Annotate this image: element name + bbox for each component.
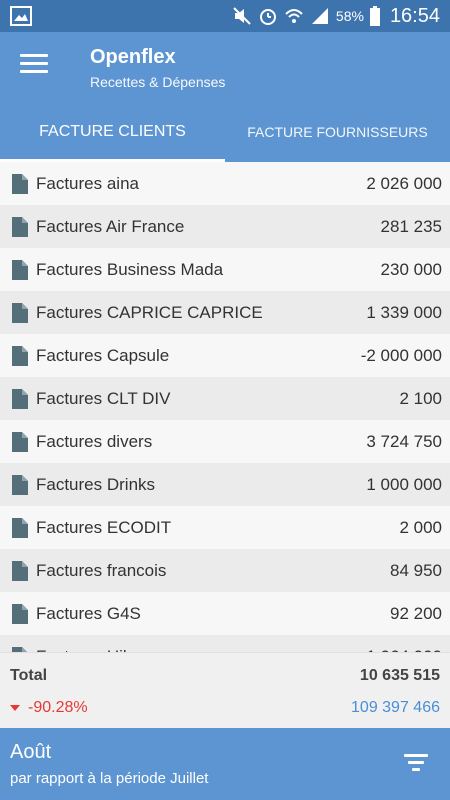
document-icon <box>12 517 28 538</box>
change-indicator: -90.28% <box>10 699 88 717</box>
list-item[interactable]: Factures ECODIT 2 000 <box>0 506 450 549</box>
list-item[interactable]: Factures divers 3 724 750 <box>0 420 450 463</box>
menu-icon[interactable] <box>20 54 48 80</box>
list-item-amount: 230 000 <box>380 259 442 279</box>
list-item[interactable]: Factures Hiba1 064 000 <box>0 635 450 652</box>
app-subtitle: Recettes & Dépenses <box>90 74 226 90</box>
tab-facture-clients[interactable]: FACTURE CLIENTS <box>0 102 225 162</box>
filter-icon[interactable] <box>404 754 428 774</box>
list-item[interactable]: Factures Capsule -2 000 000 <box>0 334 450 377</box>
gallery-icon <box>10 6 32 26</box>
list-item-name: Factures Drinks <box>36 474 156 494</box>
list-item-amount: 3 724 750 <box>366 431 442 451</box>
list-item-name: Factures ECODIT <box>36 517 172 537</box>
document-icon <box>12 302 28 323</box>
mute-icon <box>233 7 251 25</box>
total-value: 10 635 515 <box>359 667 440 684</box>
period-bar: Août par rapport à la période Juillet <box>0 728 450 800</box>
wifi-icon <box>285 9 303 23</box>
list-item[interactable]: Factures francois 84 950 <box>0 549 450 592</box>
document-icon <box>12 216 28 237</box>
period-comparison: par rapport à la période Juillet <box>10 770 209 787</box>
document-icon <box>12 173 28 194</box>
list-item-amount: 92 200 <box>390 603 442 623</box>
alarm-icon <box>259 9 276 25</box>
list-item-amount: 2 100 <box>399 388 442 408</box>
invoice-list[interactable]: Factures aina 2 026 000 Factures Air Franc… <box>0 162 450 652</box>
document-icon <box>12 345 28 366</box>
list-item-name: Factures Business Mada <box>36 259 224 279</box>
document-icon <box>12 259 28 280</box>
list-item-name: Factures francois <box>36 560 167 580</box>
list-item[interactable]: Factures aina 2 026 000 <box>0 162 450 205</box>
battery-icon <box>369 6 380 26</box>
list-item-name: Factures G4S <box>36 603 141 623</box>
tab-bar: FACTURE CLIENTS FACTURE FOURNISSEURS <box>0 102 450 162</box>
list-item-name: Factures CAPRICE CAPRICE <box>36 302 263 322</box>
list-item[interactable]: Factures Air France 281 235 <box>0 205 450 248</box>
list-item[interactable]: Factures Drinks 1 000 000 <box>0 463 450 506</box>
list-item-amount: 2 026 000 <box>366 173 442 193</box>
list-item-amount: 2 000 <box>399 517 442 537</box>
list-item-amount: 1 339 000 <box>366 302 442 322</box>
list-item-name: Factures Air France <box>36 216 185 236</box>
document-icon <box>12 388 28 409</box>
list-item-amount: 281 235 <box>380 216 442 236</box>
list-item-name: Factures aina <box>36 173 139 193</box>
list-item[interactable]: Factures Business Mada 230 000 <box>0 248 450 291</box>
status-bar: 58% 16:54 <box>0 0 450 32</box>
list-item-name: Factures divers <box>36 431 153 451</box>
list-item-name: Factures CLT DIV <box>36 388 171 408</box>
battery-percent: 58% <box>335 8 364 24</box>
period-label: Août <box>10 741 52 763</box>
clock: 16:54 <box>389 4 440 27</box>
document-icon <box>12 474 28 495</box>
total-label: Total <box>10 667 48 684</box>
previous-period-value[interactable]: 109 397 466 <box>351 699 440 717</box>
document-icon <box>12 560 28 581</box>
change-percent: -90.28% <box>28 699 88 716</box>
list-item-amount: 1 000 000 <box>366 474 442 494</box>
arrow-down-icon <box>10 705 20 711</box>
app-bar: Openflex Recettes & Dépenses <box>0 32 450 102</box>
list-item[interactable]: Factures CLT DIV 2 100 <box>0 377 450 420</box>
document-icon <box>12 431 28 452</box>
app-title: Openflex <box>90 46 176 68</box>
list-item-amount: -2 000 000 <box>360 345 442 365</box>
list-item[interactable]: Factures G4S 92 200 <box>0 592 450 635</box>
list-item-amount: 84 950 <box>390 560 442 580</box>
signal-icon <box>311 8 328 24</box>
list-item-name: Factures Capsule <box>36 345 170 365</box>
totals-panel: Total 10 635 515 -90.28% 109 397 466 <box>0 652 450 728</box>
document-icon <box>12 603 28 624</box>
tab-facture-fournisseurs[interactable]: FACTURE FOURNISSEURS <box>225 102 450 162</box>
list-item[interactable]: Factures CAPRICE CAPRICE 1 339 000 <box>0 291 450 334</box>
